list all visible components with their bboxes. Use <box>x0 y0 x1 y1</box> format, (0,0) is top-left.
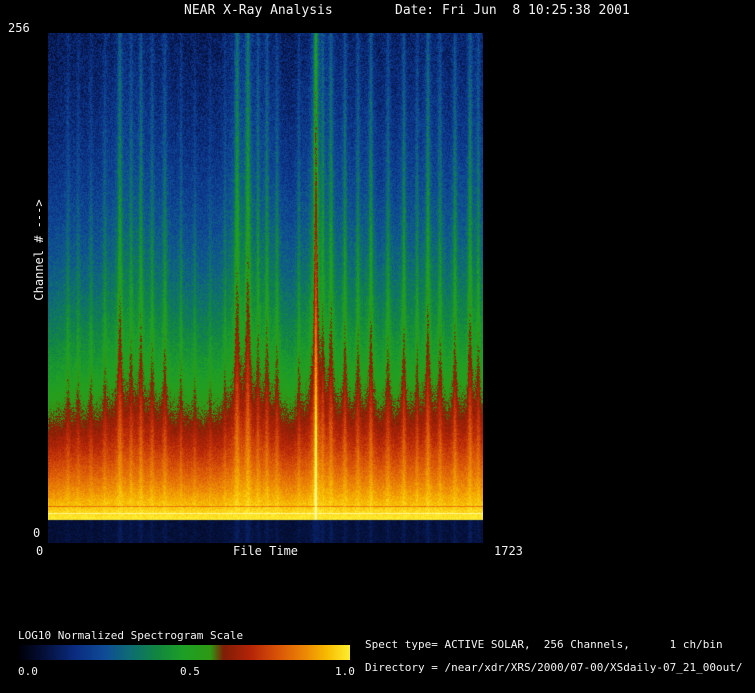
page-title: NEAR X-Ray Analysis <box>184 4 333 19</box>
y-axis-min-label: 0 <box>33 527 40 541</box>
directory-info: Directory = /near/xdr/XRS/2000/07-00/XSd… <box>365 662 743 675</box>
colorbar-tick-max: 1.0 <box>335 666 355 679</box>
x-axis-min-label: 0 <box>36 545 43 559</box>
colorbar-tick-min: 0.0 <box>18 666 38 679</box>
x-axis-max-label: 1723 <box>494 545 523 559</box>
colorbar-gradient <box>18 645 350 660</box>
date-label: Date: Fri Jun 8 10:25:38 2001 <box>395 4 630 19</box>
colorbar-title: LOG10 Normalized Spectrogram Scale <box>18 630 243 643</box>
colorbar-tick-mid: 0.5 <box>180 666 200 679</box>
spect-type-info: Spect type= ACTIVE SOLAR, 256 Channels, … <box>365 639 723 652</box>
x-axis-title: File Time <box>233 545 298 559</box>
spectrogram-plot <box>48 33 483 543</box>
y-axis-title: Channel # ---> <box>33 199 47 300</box>
y-axis-max-label: 256 <box>8 22 30 36</box>
